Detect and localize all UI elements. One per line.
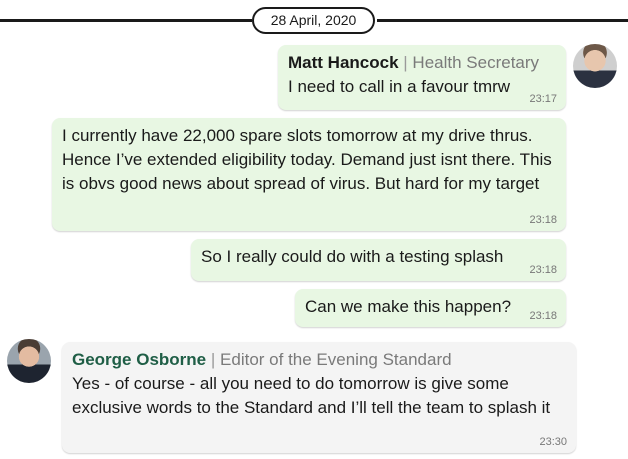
avatar-george-osborne xyxy=(7,339,51,383)
message-header: George Osborne | Editor of the Evening S… xyxy=(72,348,566,372)
sender-role: Editor of the Evening Standard xyxy=(220,350,452,369)
message-bubble: I currently have 22,000 spare slots tomo… xyxy=(52,118,566,231)
message-timestamp: 23:18 xyxy=(529,310,557,322)
message-text: So I really could do with a testing spla… xyxy=(201,247,504,266)
message-bubble: George Osborne | Editor of the Evening S… xyxy=(62,342,576,453)
sender-name: George Osborne xyxy=(72,350,207,369)
name-separator: | xyxy=(403,53,408,72)
name-separator: | xyxy=(210,350,216,369)
date-divider-line-left xyxy=(0,19,252,22)
message-text: I currently have 22,000 spare slots tomo… xyxy=(62,126,552,193)
message-text: Yes - of course - all you need to do tom… xyxy=(72,374,551,417)
avatar-matt-hancock xyxy=(573,44,617,88)
message-timestamp: 23:17 xyxy=(529,93,557,105)
message-timestamp: 23:30 xyxy=(539,436,567,448)
message-header: Matt Hancock | Health Secretary xyxy=(288,51,556,75)
message-timestamp: 23:18 xyxy=(529,214,557,226)
message-bubble: So I really could do with a testing spla… xyxy=(191,239,566,281)
message-bubble: Matt Hancock | Health Secretary I need t… xyxy=(278,45,566,110)
message-text: I need to call in a favour tmrw xyxy=(288,77,511,96)
message-bubble: Can we make this happen? 23:18 xyxy=(295,289,566,327)
date-divider-line-right xyxy=(377,19,628,22)
date-separator: 28 April, 2020 xyxy=(252,7,375,34)
sender-name: Matt Hancock xyxy=(288,53,399,72)
message-timestamp: 23:18 xyxy=(529,264,557,276)
sender-role: Health Secretary xyxy=(412,53,540,72)
message-text: Can we make this happen? xyxy=(305,297,512,316)
